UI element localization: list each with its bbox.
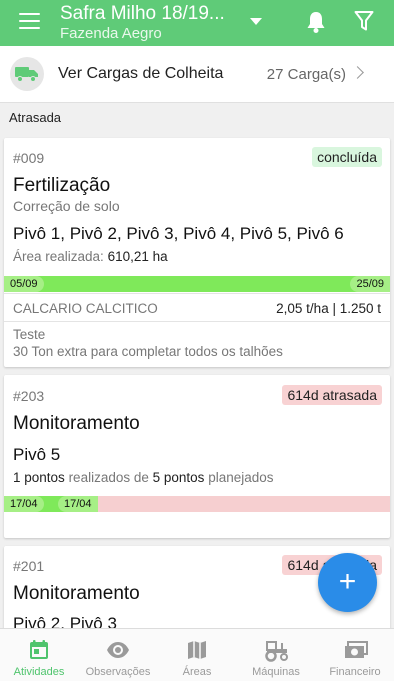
truck-icon [10, 57, 44, 91]
area-label: Área realizada: [13, 249, 104, 264]
eye-icon [107, 642, 129, 658]
points-planned: 5 pontos [152, 470, 205, 485]
status-badge: concluída [312, 147, 382, 167]
money-icon [345, 641, 368, 658]
end-date: 17/04 [58, 496, 98, 512]
progress-bar: 05/09 25/09 [4, 276, 390, 292]
activity-card[interactable]: #009 concluída Fertilização Correção de … [4, 138, 390, 367]
activity-code: #201 [13, 558, 45, 574]
harvest-loads-count: 27 Carga(s) [266, 66, 346, 83]
plus-icon: + [338, 565, 357, 598]
dropdown-caret-icon[interactable] [250, 18, 262, 25]
start-date: 17/04 [4, 496, 44, 512]
activity-type: Fertilização [13, 175, 111, 196]
input-quantity: 2,05 t/ha | 1.250 t [276, 301, 381, 316]
nav-item-atividades[interactable]: Atividades [0, 629, 78, 681]
activity-code: #009 [13, 150, 45, 166]
nav-label: Financeiro [329, 666, 381, 678]
progress-bar: 17/04 17/04 [4, 496, 390, 512]
chevron-right-icon [351, 66, 364, 79]
area-value: 610,21 ha [107, 249, 168, 264]
activity-code: #203 [13, 388, 45, 404]
notes-text: 30 Ton extra para completar todos os tal… [13, 344, 283, 359]
section-label: Atrasada [9, 110, 62, 125]
activity-card[interactable]: #203 614d atrasada Monitoramento Pivô 5 … [4, 375, 390, 538]
map-icon [188, 641, 206, 659]
add-activity-button[interactable]: + [318, 553, 377, 612]
activity-fields: Pivô 1, Pivô 2, Pivô 3, Pivô 4, Pivô 5, … [13, 224, 344, 243]
activity-type: Monitoramento [13, 583, 140, 604]
activity-subtype: Correção de solo [13, 198, 120, 214]
nav-item-financeiro[interactable]: Financeiro [316, 629, 394, 681]
notes-title: Teste [13, 327, 46, 342]
points-done: 1 pontos [13, 470, 65, 485]
input-name: CALCARIO CALCITICO [13, 301, 158, 316]
season-title[interactable]: Safra Milho 18/19... [60, 3, 225, 25]
nav-item-observacoes[interactable]: Observações [79, 629, 157, 681]
progress-fill [4, 276, 390, 292]
harvest-loads-label: Ver Cargas de Colheita [58, 65, 224, 82]
filter-icon[interactable] [354, 10, 374, 32]
start-date: 05/09 [4, 276, 44, 292]
calendar-icon [30, 640, 48, 659]
points-planned-label: planejados [208, 470, 274, 485]
status-badge: 614d atrasada [282, 385, 382, 405]
nav-label: Áreas [182, 666, 212, 678]
app-header: Safra Milho 18/19... Fazenda Aegro [0, 0, 394, 46]
menu-icon[interactable] [19, 13, 40, 29]
activity-type: Monitoramento [13, 413, 140, 434]
nav-label: Observações [85, 666, 151, 678]
bottom-nav: Atividades Observações Áreas Máquinas Fi… [0, 628, 394, 681]
activity-fields: Pivô 5 [13, 445, 61, 464]
nav-label: Atividades [13, 666, 65, 678]
nav-item-maquinas[interactable]: Máquinas [237, 629, 315, 681]
points-done-label: realizados de [68, 470, 149, 485]
end-date: 25/09 [350, 276, 390, 292]
points-line: 1 pontos realizados de 5 pontos planejad… [13, 470, 274, 485]
nav-item-areas[interactable]: Áreas [158, 629, 236, 681]
area-line: Área realizada: 610,21 ha [13, 249, 168, 264]
harvest-loads-row[interactable]: Ver Cargas de Colheita 27 Carga(s) [0, 46, 394, 103]
tractor-icon [265, 641, 288, 662]
farm-subtitle[interactable]: Fazenda Aegro [60, 25, 162, 42]
bell-icon[interactable] [305, 10, 327, 34]
nav-label: Máquinas [252, 666, 300, 678]
